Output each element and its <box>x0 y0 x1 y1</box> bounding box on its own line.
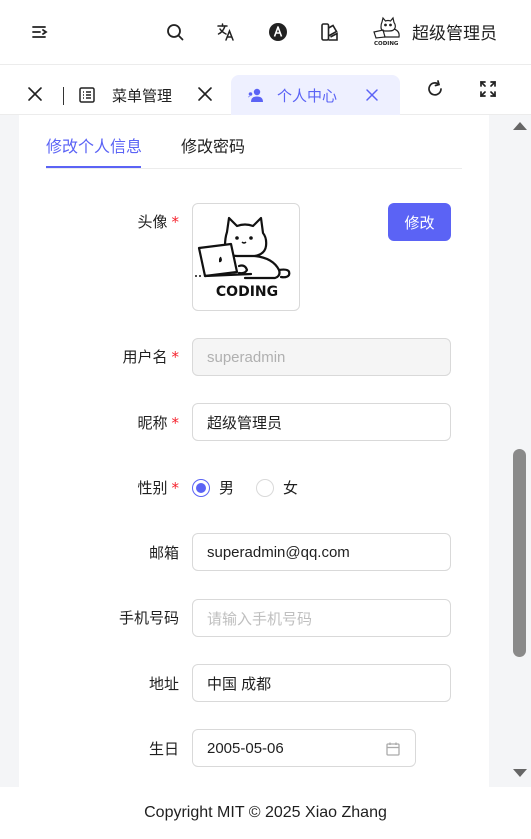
active-tab-indicator <box>46 166 141 168</box>
user-avatar-icon[interactable]: CODING <box>370 16 404 47</box>
user-group-icon <box>247 86 265 104</box>
email-input[interactable]: superadmin@qq.com <box>192 533 451 571</box>
footer: Copyright MIT © 2025 Xiao Zhang <box>0 787 531 839</box>
avatar-upload[interactable]: CODING <box>192 203 300 311</box>
address-label: 地址 <box>148 675 179 693</box>
gender-radio-group: 男 女 <box>192 477 320 498</box>
gender-female-radio[interactable] <box>256 478 275 497</box>
birthday-datepicker[interactable]: 2005-05-06 <box>192 729 416 767</box>
gender-label: 性别 * <box>137 479 179 497</box>
address-input[interactable]: 中国 成都 <box>192 664 451 702</box>
nickname-input[interactable]: 超级管理员 <box>192 403 451 441</box>
svg-text:CODING: CODING <box>374 41 399 46</box>
coding-cat-image: CODING <box>195 216 291 300</box>
scroll-down-arrow-icon[interactable] <box>513 769 527 777</box>
email-label: 邮箱 <box>148 544 179 562</box>
translate-icon[interactable] <box>214 20 238 44</box>
copyright-text: Copyright MIT © 2025 Xiao Zhang <box>144 804 387 821</box>
tab-menu-management[interactable]: 菜单管理 <box>78 81 172 109</box>
coding-text: CODING <box>216 284 278 300</box>
edit-avatar-button[interactable]: 修改 <box>388 203 451 241</box>
avatar-label: 头像 * <box>137 213 179 231</box>
close-icon[interactable] <box>26 85 44 103</box>
gender-male-radio[interactable] <box>192 478 210 497</box>
fullscreen-icon[interactable] <box>478 79 498 99</box>
palette-icon[interactable] <box>318 20 342 44</box>
tab-edit-profile[interactable]: 修改个人信息 <box>46 133 142 157</box>
gender-female-label[interactable]: 女 <box>283 477 298 498</box>
tab-personal-center[interactable]: 个人中心 <box>231 75 400 115</box>
birthday-label: 生日 <box>148 740 179 758</box>
tab-bar: 菜单管理 个人中心 <box>0 65 531 115</box>
list-icon <box>78 86 96 104</box>
nickname-label: 昵称 * <box>137 414 179 432</box>
username-display[interactable]: 超级管理员 <box>412 19 497 44</box>
scrollbar-thumb[interactable] <box>513 449 526 657</box>
close-icon[interactable] <box>196 85 214 103</box>
phone-label: 手机号码 <box>118 609 179 627</box>
theme-a-icon[interactable] <box>266 20 290 44</box>
tab-divider <box>63 87 64 105</box>
tab-change-password[interactable]: 修改密码 <box>181 133 245 157</box>
username-input[interactable]: superadmin <box>192 338 451 376</box>
phone-placeholder: 请输入手机号码 <box>207 610 313 628</box>
top-header: CODING 超级管理员 <box>0 0 531 65</box>
tab-label: 个人中心 <box>277 86 338 105</box>
birthday-value: 2005-05-06 <box>207 739 284 757</box>
username-label: 用户名 * <box>122 348 179 366</box>
search-icon[interactable] <box>163 20 187 44</box>
scroll-up-arrow-icon[interactable] <box>513 122 527 130</box>
tab-divider-line <box>46 168 462 169</box>
close-icon[interactable] <box>364 87 380 103</box>
gender-male-label[interactable]: 男 <box>219 477 234 498</box>
phone-input[interactable]: 请输入手机号码 <box>192 599 451 637</box>
tab-label: 菜单管理 <box>112 86 173 105</box>
menu-fold-icon[interactable] <box>28 20 52 44</box>
refresh-icon[interactable] <box>425 79 445 99</box>
calendar-icon[interactable] <box>385 741 401 757</box>
